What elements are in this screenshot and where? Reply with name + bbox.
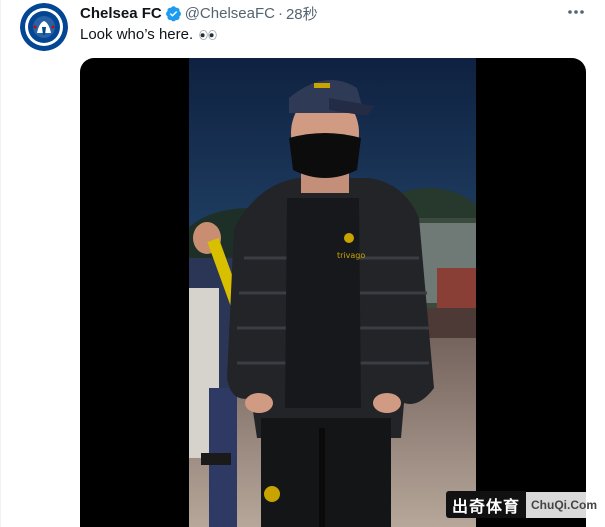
watermark-brand-cn: 出奇体育 — [446, 491, 527, 518]
author-name[interactable]: Chelsea FC — [80, 5, 162, 22]
svg-text:trivago: trivago — [337, 251, 365, 260]
tweet-timestamp[interactable]: 28秒 — [286, 3, 318, 24]
verified-badge-icon — [165, 5, 181, 21]
video-player[interactable]: trivago — [80, 58, 586, 527]
author-handle[interactable]: @ChelseaFC — [185, 5, 275, 22]
chelsea-avatar[interactable] — [20, 3, 68, 51]
more-options-icon[interactable] — [567, 7, 585, 17]
tweet-header: Chelsea FC @ChelseaFC · 28秒 — [80, 3, 318, 24]
eyes-emoji-icon — [199, 30, 218, 41]
tweet-text-body: Look who’s here. — [80, 26, 194, 43]
site-watermark: 出奇体育 ChuQi.Com — [446, 491, 603, 518]
video-frame: trivago — [189, 58, 476, 527]
separator-dot: · — [277, 4, 283, 22]
chelsea-crest-icon — [20, 3, 68, 51]
tweet-text: Look who’s here. — [80, 26, 218, 44]
tweet-card[interactable]: Chelsea FC @ChelseaFC · 28秒 Look who’s h… — [0, 0, 605, 527]
watermark-brand-en: ChuQi.Com — [526, 491, 603, 518]
